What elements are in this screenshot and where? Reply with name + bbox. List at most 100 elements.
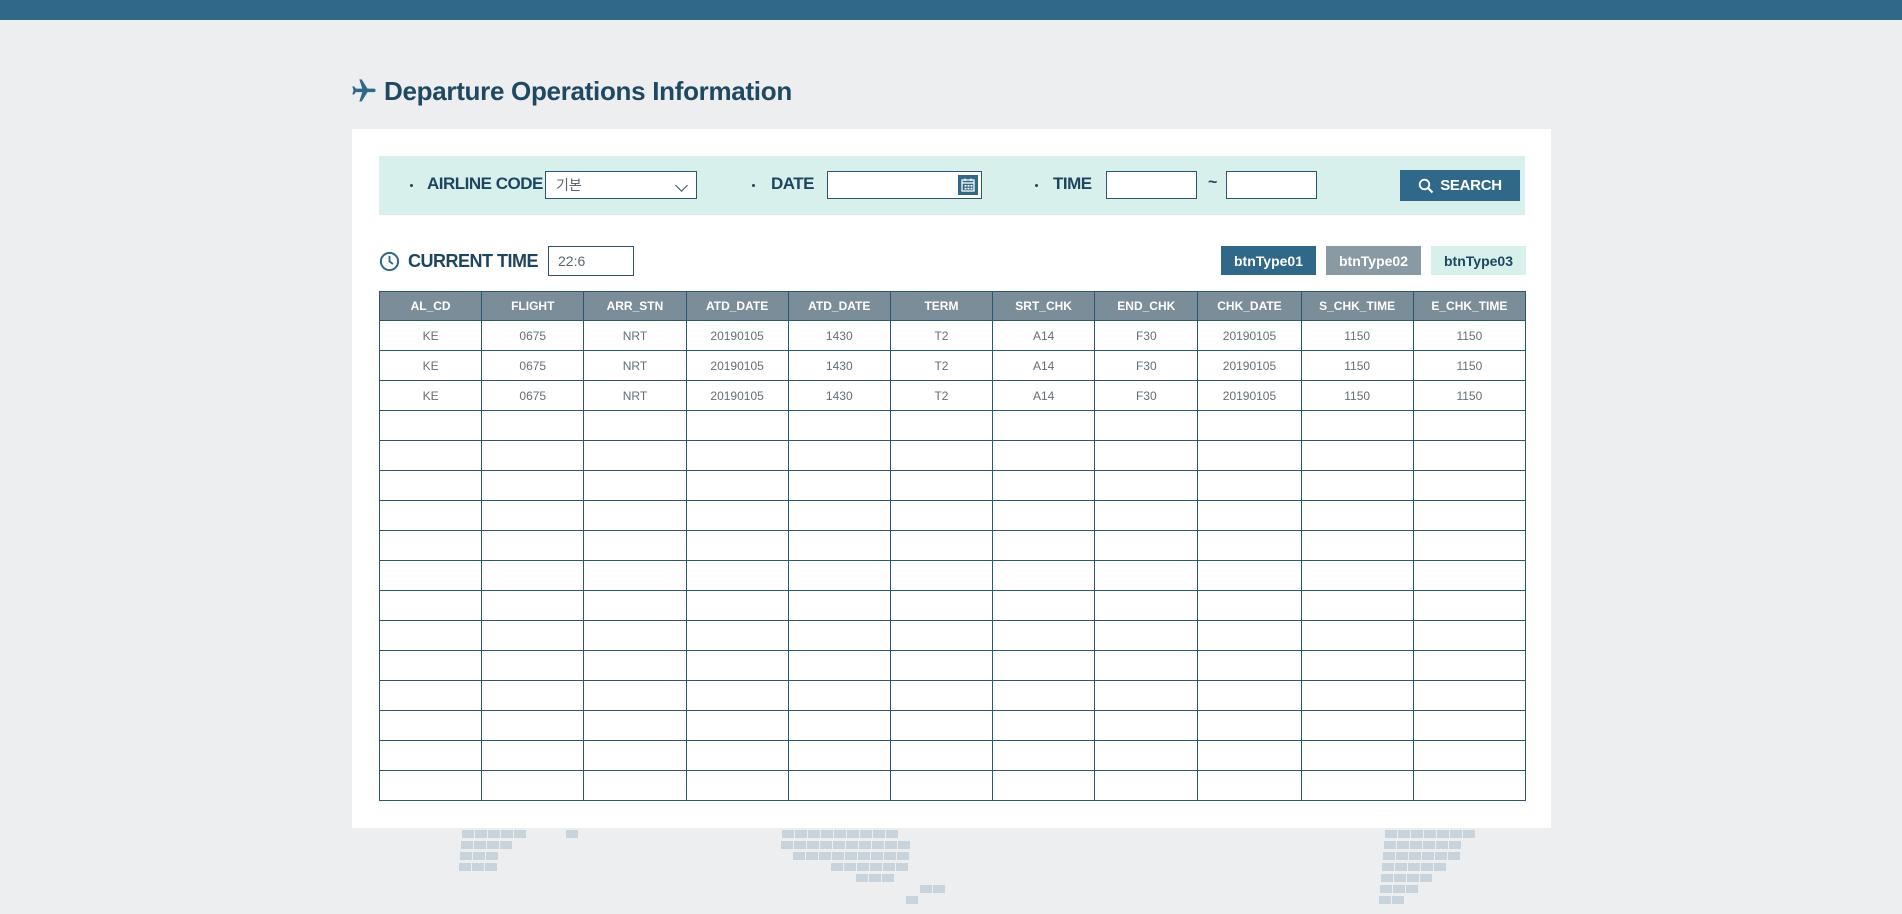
table-row[interactable] (378, 440, 1527, 471)
table-header-row: AL_CD FLIGHT ARR_STN ATD_DATE ATD_DATE TERM SR… (378, 291, 1527, 321)
table-cell (889, 530, 994, 561)
date-input[interactable] (827, 171, 982, 199)
table-cell: NRT (583, 380, 687, 411)
table-cell (583, 710, 687, 741)
table-cell (1300, 410, 1414, 441)
map-dot (486, 852, 498, 860)
table-cell (992, 410, 1096, 441)
table-cell (378, 620, 483, 651)
table-row[interactable] (378, 740, 1527, 771)
table-row[interactable] (378, 710, 1527, 741)
table-cell (787, 470, 891, 501)
map-dot (1407, 874, 1419, 882)
map-dot (1409, 852, 1421, 860)
time-to-input[interactable] (1226, 171, 1317, 199)
airline-code-select[interactable]: 기본 (545, 171, 697, 199)
map-dot (1384, 841, 1396, 849)
table-cell (583, 740, 687, 771)
table-cell (787, 410, 891, 441)
table-row[interactable]: KE 0675 NRT 20190105 1430 T2 A14 F30 20190105 115… (378, 380, 1527, 411)
table-row[interactable]: KE 0675 NRT 20190105 1430 T2 A14 F30 20190105 115… (378, 320, 1527, 351)
map-dot (846, 841, 858, 849)
map-dot (871, 852, 883, 860)
table-row[interactable] (378, 680, 1527, 711)
table-cell (1412, 650, 1527, 681)
map-dot (898, 841, 910, 849)
table-cell (583, 650, 687, 681)
map-dot (1424, 830, 1436, 838)
map-dot (1379, 896, 1391, 904)
map-dot (566, 830, 578, 838)
table-row[interactable] (378, 500, 1527, 531)
table-row[interactable] (378, 620, 1527, 651)
table-cell (889, 590, 994, 621)
map-dot (1435, 852, 1447, 860)
table-cell (1197, 470, 1302, 501)
table-cell (889, 560, 994, 591)
table-cell (992, 590, 1096, 621)
table-row[interactable] (378, 590, 1527, 621)
search-button[interactable]: SEARCH (1400, 170, 1520, 201)
column-header: FLIGHT (481, 291, 585, 321)
table-cell (889, 740, 994, 771)
table-row[interactable] (378, 470, 1527, 501)
btn-type03-button[interactable]: btnType03 (1431, 246, 1526, 275)
table-cell (1197, 440, 1302, 471)
table-cell (378, 530, 483, 561)
table-row[interactable]: KE 0675 NRT 20190105 1430 T2 A14 F30 20190105 115… (378, 350, 1527, 381)
table-cell (378, 770, 483, 801)
table-row[interactable] (378, 650, 1527, 681)
table-cell: 1150 (1300, 380, 1414, 411)
table-cell (1412, 740, 1527, 771)
table-cell (1197, 530, 1302, 561)
current-time-field[interactable]: 22:6 (548, 246, 634, 276)
map-dot (782, 830, 794, 838)
map-dot (485, 863, 497, 871)
bullet-dot (410, 184, 413, 187)
calendar-icon[interactable] (958, 175, 978, 195)
map-dot (847, 830, 859, 838)
table-cell (889, 410, 994, 441)
table-cell: T2 (889, 380, 994, 411)
map-dot (1463, 830, 1475, 838)
table-cell (1094, 530, 1199, 561)
table-cell (992, 470, 1096, 501)
table-cell (1300, 620, 1414, 651)
map-decoration-center (781, 830, 982, 914)
table-cell: 1430 (787, 350, 891, 381)
airline-code-value: 기본 (556, 177, 582, 193)
table-cell (1094, 650, 1199, 681)
current-time-label: CURRENT TIME (408, 250, 539, 271)
table-cell (1197, 770, 1302, 801)
table-cell (1094, 770, 1199, 801)
table-cell (889, 620, 994, 651)
table-cell: A14 (992, 380, 1096, 411)
map-dot (933, 885, 945, 893)
btn-type02-button[interactable]: btnType02 (1326, 246, 1421, 275)
table-row[interactable] (378, 560, 1527, 591)
table-cell: 1150 (1300, 350, 1414, 381)
table-cell (787, 530, 891, 561)
departure-table: AL_CD FLIGHT ARR_STN ATD_DATE ATD_DATE TERM SR… (378, 291, 1527, 801)
table-cell: 1430 (787, 320, 891, 351)
map-dot (832, 852, 844, 860)
map-dot (473, 852, 485, 860)
table-row[interactable] (378, 410, 1527, 441)
table-cell: 20190105 (685, 350, 789, 381)
table-cell (889, 710, 994, 741)
btn-type01-button[interactable]: btnType01 (1221, 246, 1316, 275)
map-dot (844, 863, 856, 871)
column-header: ATD_DATE (787, 291, 891, 321)
map-decoration-left (459, 830, 582, 914)
table-cell (685, 710, 789, 741)
table-cell (992, 710, 1096, 741)
table-row[interactable] (378, 530, 1527, 561)
table-cell (481, 590, 585, 621)
map-dot (1437, 830, 1449, 838)
column-header: TERM (889, 291, 994, 321)
map-dot (1396, 852, 1408, 860)
table-row[interactable] (378, 770, 1527, 801)
map-dot (858, 852, 870, 860)
time-from-input[interactable] (1106, 171, 1197, 199)
map-dot (834, 830, 846, 838)
